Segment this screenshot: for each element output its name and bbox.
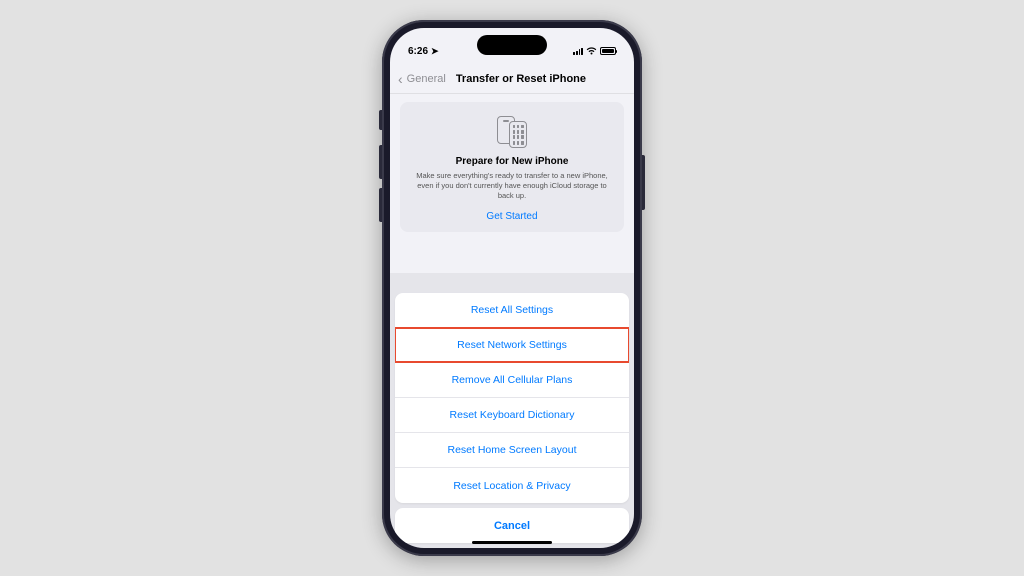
reset-keyboard-dictionary-item[interactable]: Reset Keyboard Dictionary [395,398,629,433]
power-button [642,155,645,210]
mute-switch [379,110,382,130]
get-started-link[interactable]: Get Started [412,211,612,222]
reset-action-sheet: Reset All Settings Reset Network Setting… [395,293,629,543]
wifi-icon [586,47,597,55]
sheet-item-label: Reset Home Screen Layout [448,444,577,456]
cancel-button[interactable]: Cancel [395,508,629,543]
nav-bar: ‹ General Transfer or Reset iPhone [390,64,634,94]
transfer-devices-icon [493,116,531,148]
volume-down-button [379,188,382,222]
prepare-card: Prepare for New iPhone Make sure everyth… [400,102,624,232]
sheet-item-label: Reset Keyboard Dictionary [450,409,575,421]
reset-all-settings-item[interactable]: Reset All Settings [395,293,629,328]
sheet-item-label: Reset Network Settings [457,339,567,351]
reset-location-privacy-item[interactable]: Reset Location & Privacy [395,468,629,503]
reset-network-settings-item[interactable]: Reset Network Settings [395,328,629,363]
battery-icon [600,47,616,55]
page-title: Transfer or Reset iPhone [456,73,586,85]
back-chevron-icon[interactable]: ‹ [398,71,403,87]
sheet-item-label: Reset All Settings [471,304,553,316]
screen: 6:26 ➤ ‹ General Transfer or Reset iPhon… [390,28,634,548]
sheet-item-label: Remove All Cellular Plans [452,374,573,386]
prepare-description: Make sure everything's ready to transfer… [412,171,612,201]
iphone-frame: 6:26 ➤ ‹ General Transfer or Reset iPhon… [382,20,642,556]
prepare-title: Prepare for New iPhone [412,156,612,167]
location-icon: ➤ [431,46,439,57]
volume-up-button [379,145,382,179]
status-time: 6:26 [408,46,428,57]
reset-home-screen-layout-item[interactable]: Reset Home Screen Layout [395,433,629,468]
dynamic-island [477,35,547,55]
cancel-label: Cancel [494,520,530,532]
cellular-signal-icon [573,47,583,55]
content-area: Prepare for New iPhone Make sure everyth… [390,94,634,232]
sheet-item-label: Reset Location & Privacy [453,480,570,492]
remove-cellular-plans-item[interactable]: Remove All Cellular Plans [395,363,629,398]
reset-options-group: Reset All Settings Reset Network Setting… [395,293,629,503]
back-button[interactable]: General [407,73,446,85]
home-indicator[interactable] [472,541,552,544]
